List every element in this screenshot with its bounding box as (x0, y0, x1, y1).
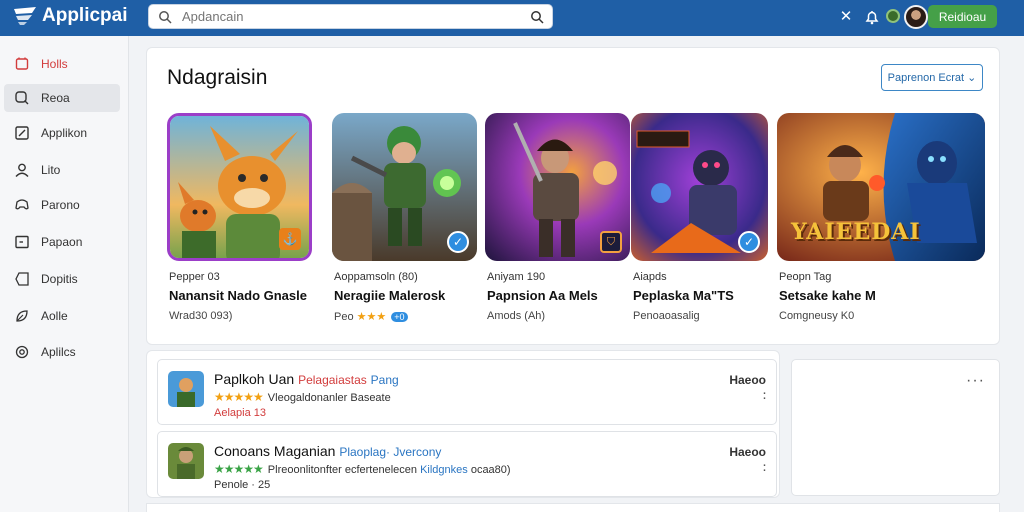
sidebar-item-aolle[interactable]: Aolle (4, 302, 120, 330)
next-section (146, 503, 1000, 512)
app-card-meta: Penoaoasalig (633, 310, 700, 322)
app-card-meta: Wrad30 093) (169, 310, 233, 322)
app-card[interactable]: ✓ Aoppamsoln (80) Neragiie Malerosk Peo … (332, 113, 477, 344)
side-widget: ··· (791, 359, 1000, 496)
section-action-button[interactable]: Paprenon Ecrat ⌄ (881, 64, 983, 91)
list-item-title: Paplkoh Uan Pelagaiastas Pang (214, 371, 399, 387)
sidebar-item-search[interactable]: Reoa (4, 84, 120, 112)
app-card-subtitle: Peopn Tag (779, 271, 832, 283)
section-title: Ndagraisin (167, 66, 268, 89)
list-item-rating: ★★★★★ Plreoonlitonfter ecfertenelecen Kil… (214, 462, 511, 476)
app-card-subtitle: Aiapds (633, 271, 667, 283)
app-card-name: Peplaska Ma"TS (633, 288, 734, 303)
sidebar: Holls Reoa Applikon Lito Parono Papaon D… (0, 36, 129, 512)
app-logo[interactable]: Applicpai (12, 5, 128, 27)
box-icon (15, 235, 29, 249)
app-thumbnail (168, 443, 204, 479)
sidebar-item-lito[interactable]: Lito (4, 156, 120, 184)
more-options-icon[interactable]: · · (762, 385, 767, 405)
gamepad-icon (15, 199, 29, 210)
list-item[interactable]: Paplkoh Uan Pelagaiastas Pang ★★★★★ Vleog… (157, 359, 777, 425)
sidebar-item-aplilcs[interactable]: Aplilcs (4, 338, 120, 366)
sidebar-item-home[interactable]: Holls (4, 50, 120, 78)
sidebar-item-papaon[interactable]: Papaon (4, 228, 120, 256)
list-item-meta: Aelapia 13 (214, 407, 266, 419)
app-title: Applicpai (42, 5, 128, 26)
search-input[interactable] (182, 9, 512, 24)
featured-section: Ndagraisin Paprenon Ecrat ⌄ ⚓ Pepper 03 … (146, 47, 1000, 345)
app-card-subtitle: Pepper 03 (169, 271, 220, 283)
app-card-meta: Peo ★★★ +0 (334, 310, 408, 323)
list-item-rating: ★★★★★ Vleogaldonanler Baseate (214, 390, 391, 404)
tag-icon (15, 272, 29, 286)
list-item-meta: Penole · 25 (214, 479, 271, 491)
app-card[interactable]: ⛉ Aniyam 190 Papnsion Aa Mels Amods (Ah) (485, 113, 630, 344)
app-card-meta: Comgneusy K0 (779, 310, 855, 322)
rating-stars: ★★★★★ (214, 462, 264, 476)
status-indicator (886, 9, 900, 23)
sidebar-item-label: Dopitis (41, 272, 78, 286)
shield-icon: ⛉ (600, 231, 622, 253)
app-card-subtitle: Aoppamsoln (80) (334, 271, 418, 283)
app-card[interactable]: YAIEEDAI Peopn Tag Setsake kahe M Comgne… (777, 113, 985, 344)
anchor-icon: ⚓ (279, 228, 301, 250)
search-bar[interactable] (148, 4, 553, 29)
home-icon (15, 57, 29, 70)
more-options-icon[interactable]: · · (762, 457, 767, 477)
more-options-icon[interactable]: ··· (966, 372, 985, 390)
leaf-icon (16, 310, 28, 322)
settings-icon (15, 345, 29, 359)
sidebar-item-label: Aolle (41, 309, 68, 323)
search-icon (15, 91, 29, 105)
app-card-image[interactable]: ⚓ (167, 113, 312, 261)
avatar[interactable] (904, 5, 928, 29)
rating-stars: ★★★ (356, 311, 387, 323)
app-card-image[interactable]: ✓ (332, 113, 477, 261)
search-submit-icon[interactable] (530, 10, 544, 24)
top-bar: Applicpai ✕ Reidioau (0, 0, 1024, 36)
bell-icon[interactable] (862, 7, 882, 27)
app-thumbnail (168, 371, 204, 407)
app-card-name: Setsake kahe M (779, 288, 876, 303)
rating-badge: +0 (391, 312, 408, 322)
x-icon[interactable]: ✕ (836, 7, 856, 27)
list-item-action[interactable]: Haeoo (729, 445, 766, 459)
sidebar-item-parono[interactable]: Parono (4, 191, 120, 219)
sidebar-item-label: Parono (41, 198, 80, 212)
sidebar-item-dopitis[interactable]: Dopitis (4, 265, 120, 293)
app-card-name: Neragiie Malerosk (334, 288, 446, 303)
app-card-subtitle: Aniyam 190 (487, 271, 546, 283)
primary-action-button[interactable]: Reidioau (928, 5, 997, 28)
verified-icon: ✓ (738, 231, 760, 253)
sidebar-item-label: Aplilcs (41, 345, 76, 359)
app-card-image[interactable]: ✓ (631, 113, 768, 261)
user-icon (15, 163, 29, 177)
sidebar-item-label: Reoa (41, 91, 70, 105)
sidebar-item-label: Applikon (41, 126, 88, 140)
list-item[interactable]: Conoans Maganian Plaoplag· Jvercony ★★★★… (157, 431, 777, 497)
sidebar-item-label: Papaon (41, 235, 83, 249)
app-card[interactable]: ✓ Aiapds Peplaska Ma"TS Penoaoasalig (631, 113, 768, 344)
edit-icon (15, 126, 29, 140)
list-item-title: Conoans Maganian Plaoplag· Jvercony (214, 443, 442, 459)
verified-icon: ✓ (447, 231, 469, 253)
rating-stars: ★★★★★ (214, 390, 264, 404)
app-card-image[interactable]: ⛉ (485, 113, 630, 261)
list-item-action[interactable]: Haeoo (729, 373, 766, 387)
app-card-name: Nanansit Nado Gnasle (169, 288, 307, 303)
app-card-name: Papnsion Aa Mels (487, 288, 598, 303)
game-logo-text: YAIEEDAI (791, 219, 921, 245)
sidebar-item-label: Lito (41, 163, 61, 177)
app-card-image[interactable]: YAIEEDAI (777, 113, 985, 261)
sidebar-item-applikon[interactable]: Applikon (4, 119, 120, 147)
app-card-meta: Amods (Ah) (487, 310, 546, 322)
logo-icon (14, 7, 36, 25)
search-icon (159, 10, 172, 24)
sidebar-item-label: Holls (41, 57, 68, 71)
app-card[interactable]: ⚓ Pepper 03 Nanansit Nado Gnasle Wrad30 … (167, 113, 312, 344)
